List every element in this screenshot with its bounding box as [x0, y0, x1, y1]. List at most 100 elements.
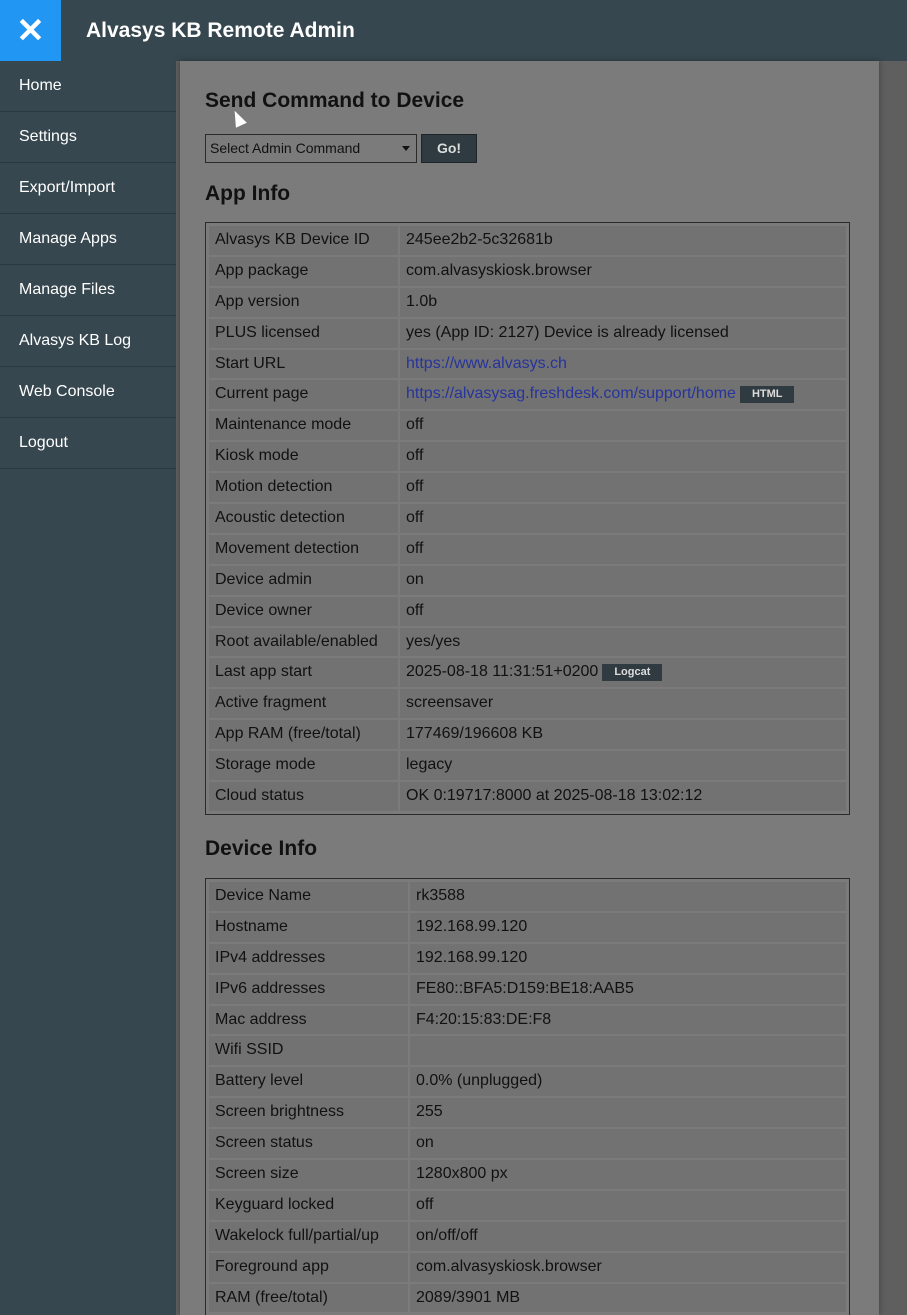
- close-menu-button[interactable]: ✕: [0, 0, 61, 61]
- sidebar: Home Settings Export/Import Manage Apps …: [0, 61, 176, 1315]
- row-label: Maintenance mode: [209, 411, 398, 441]
- table-row: Start URL https://www.alvasys.ch: [208, 349, 847, 380]
- table-row: Maintenance mode off: [208, 410, 847, 441]
- row-label: Cloud status: [209, 782, 398, 811]
- row-label: Kiosk mode: [209, 442, 398, 472]
- table-row: Last app start 2025-08-18 11:31:51+0200 Lo…: [208, 657, 847, 688]
- table-row: Battery level 0.0% (unplugged): [208, 1066, 847, 1097]
- table-row: Screen brightness 255: [208, 1097, 847, 1128]
- table-row: Storage mode legacy: [208, 750, 847, 781]
- row-label: Active fragment: [209, 689, 398, 719]
- row-label: Hostname: [209, 912, 408, 942]
- row-value: OK 0:19717:8000 at 2025-08-18 13:02:12: [400, 782, 846, 811]
- row-label: Device admin: [209, 565, 398, 595]
- table-row: Foreground app com.alvasyskiosk.browser: [208, 1252, 847, 1283]
- row-label: Screen status: [209, 1129, 408, 1159]
- row-value: off: [400, 504, 846, 533]
- row-label: App RAM (free/total): [209, 720, 398, 750]
- row-value: off: [400, 534, 846, 564]
- row-label: Wakelock full/partial/up: [209, 1221, 408, 1251]
- table-row: RAM (free/total) 2089/3901 MB: [208, 1283, 847, 1314]
- row-label: Mac address: [209, 1005, 408, 1035]
- row-label: Battery level: [209, 1067, 408, 1097]
- table-row: PLUS licensed yes (App ID: 2127) Device i…: [208, 318, 847, 349]
- row-value: 2089/3901 MB: [410, 1283, 846, 1313]
- table-row: Wifi SSID: [208, 1035, 847, 1066]
- chevron-down-icon: [402, 146, 410, 151]
- sidebar-item-logout[interactable]: Logout: [0, 418, 176, 469]
- row-label: Wifi SSID: [209, 1036, 408, 1066]
- row-value: 1.0b: [400, 287, 846, 317]
- row-label: Device owner: [209, 596, 398, 626]
- row-label: Device Name: [209, 882, 408, 911]
- sidebar-item-home[interactable]: Home: [0, 61, 176, 112]
- table-row: Kiosk mode off: [208, 441, 847, 472]
- table-row: Keyguard locked off: [208, 1190, 847, 1221]
- logcat-button[interactable]: Logcat: [602, 663, 663, 681]
- table-row: Device Name rk3588: [208, 881, 847, 912]
- device-info-table: Device Name rk3588 Hostname 192.168.99.120…: [205, 878, 850, 1315]
- row-value: on/off/off: [410, 1221, 846, 1251]
- sidebar-item-settings[interactable]: Settings: [0, 112, 176, 163]
- go-button[interactable]: Go!: [421, 134, 477, 163]
- sidebar-item-manage-files[interactable]: Manage Files: [0, 265, 176, 316]
- row-label: Current page: [209, 380, 398, 410]
- admin-command-select[interactable]: Select Admin Command: [205, 134, 417, 163]
- row-label: PLUS licensed: [209, 318, 398, 348]
- row-label: IPv4 addresses: [209, 943, 408, 973]
- app-info-heading: App Info: [205, 182, 291, 205]
- row-value: 245ee2b2-5c32681b: [400, 226, 846, 255]
- table-row: Device admin on: [208, 565, 847, 596]
- row-label: RAM (free/total): [209, 1283, 408, 1313]
- row-label: Acoustic detection: [209, 504, 398, 533]
- table-row: Cloud status OK 0:19717:8000 at 2025-08-1…: [208, 781, 847, 812]
- row-value: 255: [410, 1098, 846, 1128]
- table-row: Hostname 192.168.99.120: [208, 912, 847, 943]
- device-info-heading: Device Info: [205, 837, 318, 860]
- current-page-link[interactable]: https://alvasysag.freshdesk.com/support/…: [406, 385, 736, 402]
- row-label: Last app start: [209, 658, 398, 688]
- row-value: rk3588: [410, 882, 846, 911]
- row-label: Root available/enabled: [209, 627, 398, 657]
- table-row: App RAM (free/total) 177469/196608 KB: [208, 719, 847, 750]
- sidebar-item-web-console[interactable]: Web Console: [0, 367, 176, 418]
- row-label: Alvasys KB Device ID: [209, 226, 398, 255]
- table-row: IPv4 addresses 192.168.99.120: [208, 943, 847, 974]
- row-label: Movement detection: [209, 534, 398, 564]
- row-value: off: [410, 1190, 846, 1220]
- row-label: IPv6 addresses: [209, 974, 408, 1004]
- table-row: Mac address F4:20:15:83:DE:F8: [208, 1005, 847, 1036]
- row-value: 2025-08-18 11:31:51+0200: [406, 663, 599, 681]
- admin-command-select-value: Select Admin Command: [210, 140, 361, 156]
- start-url-link[interactable]: https://www.alvasys.ch: [406, 355, 567, 372]
- row-value: off: [400, 473, 846, 503]
- row-value: off: [400, 411, 846, 441]
- sidebar-item-manage-apps[interactable]: Manage Apps: [0, 214, 176, 265]
- sidebar-item-export-import[interactable]: Export/Import: [0, 163, 176, 214]
- row-label: Start URL: [209, 349, 398, 379]
- table-row: Screen status on: [208, 1128, 847, 1159]
- sidebar-item-log[interactable]: Alvasys KB Log: [0, 316, 176, 367]
- row-label: Keyguard locked: [209, 1190, 408, 1220]
- row-label: App version: [209, 287, 398, 317]
- app-title: Alvasys KB Remote Admin: [86, 19, 355, 42]
- row-value: yes (App ID: 2127) Device is already lic…: [400, 318, 846, 348]
- row-value: com.alvasyskiosk.browser: [410, 1252, 846, 1282]
- row-value: yes/yes: [400, 627, 846, 657]
- row-label: Screen size: [209, 1160, 408, 1189]
- row-value: on: [400, 565, 846, 595]
- row-value: screensaver: [400, 689, 846, 719]
- row-value: off: [400, 442, 846, 472]
- table-row: Motion detection off: [208, 472, 847, 503]
- row-label: Storage mode: [209, 751, 398, 781]
- row-value: 177469/196608 KB: [400, 720, 846, 750]
- row-value: 192.168.99.120: [410, 943, 846, 973]
- table-row: Screen size 1280x800 px: [208, 1159, 847, 1190]
- table-row: Wakelock full/partial/up on/off/off: [208, 1221, 847, 1252]
- html-button[interactable]: HTML: [739, 385, 795, 403]
- start-url-cell: https://www.alvasys.ch: [400, 349, 846, 379]
- main-content[interactable]: Send Command to Device Select Admin Comm…: [180, 61, 879, 1315]
- table-row: Active fragment screensaver: [208, 688, 847, 719]
- row-label: Foreground app: [209, 1252, 408, 1282]
- close-icon: ✕: [16, 11, 45, 50]
